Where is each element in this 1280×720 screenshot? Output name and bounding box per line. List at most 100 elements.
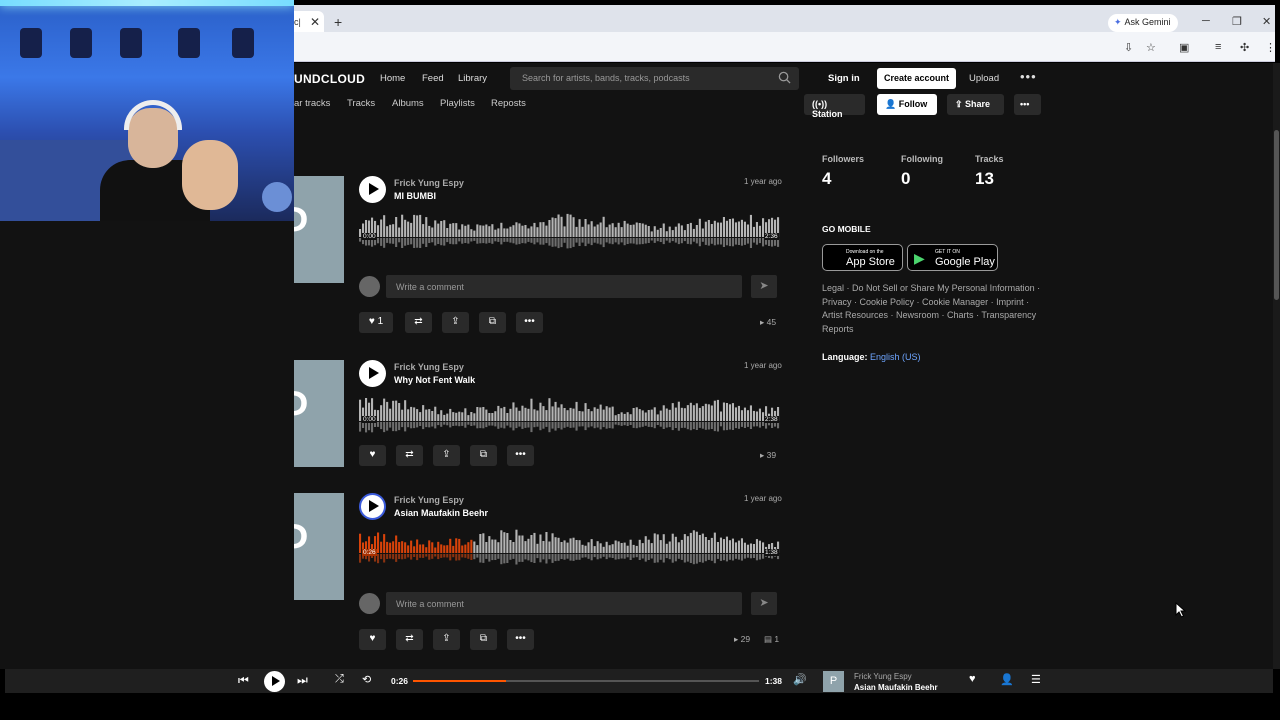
track-title[interactable]: Asian Maufakin Beehr [394,508,488,518]
stat-followers-value[interactable]: 4 [822,169,831,189]
copy-link-icon[interactable]: ⧉ [470,445,497,466]
link-artist-resources[interactable]: Artist Resources [822,310,888,320]
new-tab-button[interactable]: + [334,14,342,30]
more-icon[interactable]: ••• [507,629,534,650]
player-like-icon[interactable]: ♥ [969,673,976,685]
station-button[interactable]: ((•)) Station [804,94,865,119]
track-title[interactable]: MI BUMBI [394,191,436,201]
track-artwork[interactable]: P [294,493,344,600]
comment-input[interactable]: Write a comment [386,592,742,615]
track-artist[interactable]: Frick Yung Espy [394,362,464,372]
google-play-badge[interactable]: ▶ GET IT ON Google Play [907,244,998,271]
track-waveform[interactable] [359,527,780,573]
minimize-button[interactable]: ─ [1202,15,1210,27]
stat-tracks-value[interactable]: 13 [975,169,994,189]
player-play-button[interactable] [264,671,285,692]
send-comment-icon[interactable]: ➤ [751,275,777,298]
link-do-not-sell[interactable]: Do Not Sell or Share My Personal Informa… [852,283,1035,293]
send-comment-icon[interactable]: ➤ [751,592,777,615]
track-waveform[interactable] [359,395,780,441]
link-charts[interactable]: Charts [947,310,974,320]
copy-link-icon[interactable]: ⧉ [470,629,497,650]
like-button[interactable]: ♥ [359,445,386,466]
profile-more-button[interactable]: ••• [1014,94,1041,115]
link-imprint[interactable]: Imprint [996,297,1024,307]
track-artwork[interactable]: P [294,360,344,467]
tab-albums[interactable]: Albums [392,98,424,109]
link-cookie-policy[interactable]: Cookie Policy [860,297,915,307]
waveform-bar [677,542,680,553]
more-icon[interactable]: ••• [516,312,543,333]
tab-playlists[interactable]: Playlists [440,98,475,109]
stat-following-value[interactable]: 0 [901,169,910,189]
stat-tracks-label[interactable]: Tracks [975,154,1004,164]
link-legal[interactable]: Legal [822,283,844,293]
nav-home[interactable]: Home [380,73,405,84]
nav-feed[interactable]: Feed [422,73,444,84]
restore-button[interactable]: ❐ [1232,15,1242,28]
next-track-icon[interactable]: ⏭ [297,673,308,688]
scrollbar-thumb[interactable] [1274,130,1279,300]
like-button[interactable]: ♥ 1 [359,312,393,333]
link-cookie-manager[interactable]: Cookie Manager [922,297,988,307]
share-icon[interactable]: ⇪ [433,445,460,466]
app-store-badge[interactable]: Download on the App Store [822,244,903,271]
search-input[interactable]: Search for artists, bands, tracks, podca… [510,67,799,90]
copy-link-icon[interactable]: ⧉ [479,312,506,333]
extensions-icon[interactable]: ✣ [1240,41,1249,54]
follow-button[interactable]: 👤 Follow [877,94,937,115]
search-icon[interactable] [778,71,791,84]
track-waveform[interactable] [359,211,780,257]
waveform-reflection-bar [539,554,542,563]
track-play-button[interactable] [359,360,386,387]
install-app-icon[interactable]: ⇩ [1124,41,1133,54]
close-window-button[interactable]: ✕ [1262,15,1271,28]
tab-reposts[interactable]: Reposts [491,98,526,109]
upload-link[interactable]: Upload [969,73,999,84]
track-artist[interactable]: Frick Yung Espy [394,178,464,188]
queue-icon[interactable]: ☰ [1031,673,1041,686]
share-icon[interactable]: ⇪ [442,312,469,333]
volume-icon[interactable]: 🔊 [793,673,807,686]
share-icon[interactable]: ⇪ [433,629,460,650]
stat-followers-label[interactable]: Followers [822,154,864,164]
track-title[interactable]: Why Not Fent Walk [394,375,475,385]
repeat-icon[interactable]: ⟲ [362,673,371,686]
comment-input[interactable]: Write a comment [386,275,742,298]
repost-icon[interactable]: ⇄ [396,629,423,650]
tab-popular-tracks[interactable]: ar tracks [294,98,330,109]
repost-icon[interactable]: ⇄ [396,445,423,466]
header-more-icon[interactable]: ••• [1020,69,1037,84]
language-selector[interactable]: English (US) [870,352,921,362]
link-newsroom[interactable]: Newsroom [896,310,939,320]
ask-gemini-button[interactable]: ✦ Ask Gemini [1108,14,1178,32]
more-icon[interactable]: ••• [507,445,534,466]
browser-menu-icon[interactable]: ⋮ [1265,41,1276,54]
share-button[interactable]: ⇪ Share [947,94,1004,115]
bookmark-star-icon[interactable]: ☆ [1146,41,1156,54]
tab-tracks[interactable]: Tracks [347,98,375,109]
track-artwork[interactable]: P [294,176,344,283]
link-privacy[interactable]: Privacy [822,297,852,307]
track-artist[interactable]: Frick Yung Espy [394,495,464,505]
track-play-button[interactable] [359,493,386,520]
player-title[interactable]: Asian Maufakin Beehr [854,683,938,692]
tab-close-icon[interactable]: ✕ [310,15,320,29]
track-play-button[interactable] [359,176,386,203]
waveform-reflection-bar [395,554,398,562]
create-account-button[interactable]: Create account [877,68,956,89]
shuffle-icon[interactable]: ⤮ [335,673,344,686]
soundcloud-logo[interactable]: UNDCLOUD [294,72,365,86]
like-button[interactable]: ♥ [359,629,386,650]
player-progress-bar[interactable] [413,680,759,682]
player-track-thumbnail[interactable]: P [823,671,844,692]
repost-icon[interactable]: ⇄ [405,312,432,333]
media-controls-icon[interactable]: ≡ [1215,41,1221,53]
stat-following-label[interactable]: Following [901,154,943,164]
nav-library[interactable]: Library [458,73,487,84]
sign-in-button[interactable]: Sign in [828,73,860,84]
player-artist[interactable]: Frick Yung Espy [854,672,912,681]
sidepanel-icon[interactable]: ▣ [1179,41,1189,54]
previous-track-icon[interactable]: ⏮ [238,673,249,688]
player-follow-icon[interactable]: 👤 [1000,673,1014,686]
